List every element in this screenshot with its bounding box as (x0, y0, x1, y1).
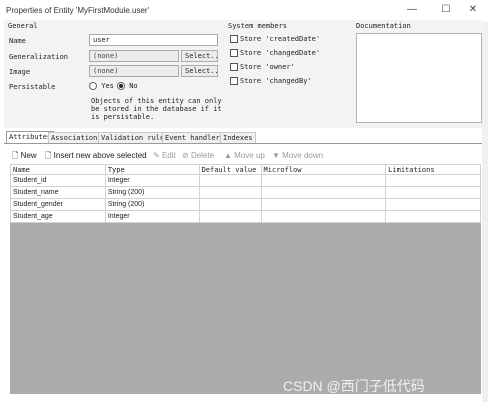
new-label: New (20, 151, 37, 160)
arrow-down-icon: ▼ (272, 151, 280, 160)
insert-document-icon: 🗋 (45, 151, 52, 160)
move-up-button[interactable]: ▲ Move up (224, 150, 265, 161)
tab-associations[interactable]: Associations (48, 132, 105, 143)
cell-default-value (198, 198, 262, 211)
tab-validation-rules[interactable]: Validation rules (98, 132, 172, 143)
tab-event-handlers[interactable]: Event handlers (162, 132, 228, 143)
edit-label: Edit (161, 151, 176, 160)
persistable-note-line-3: is persistable. (91, 113, 155, 121)
cell-type: Integer (104, 210, 200, 223)
store-changedby-label: Store 'changedBy' (240, 77, 312, 85)
store-changedby-checkbox[interactable] (230, 77, 238, 85)
store-owner-label: Store 'owner' (240, 63, 295, 71)
generalization-label: Generalization (9, 53, 69, 61)
vertical-scrollbar[interactable] (482, 22, 488, 402)
column-header-microflow[interactable]: Microflow (260, 164, 387, 175)
system-members-group-label: System members (228, 22, 288, 30)
cell-default-value (198, 210, 262, 223)
persistable-label: Persistable (9, 83, 56, 91)
insert-above-button[interactable]: 🗋 Insert new above selected (45, 150, 147, 161)
yes-label: Yes (101, 82, 114, 90)
pencil-icon: ✎ (153, 151, 160, 160)
generalization-field: (none) (89, 50, 179, 62)
table-row[interactable]: Student_name String (200) (10, 186, 481, 199)
name-label: Name (9, 37, 26, 45)
radio-no-icon (117, 82, 125, 90)
new-button[interactable]: 🗋 New (12, 150, 37, 161)
watermark: CSDN @西门子低代码 (283, 378, 425, 394)
column-header-default-value[interactable]: Default value (198, 164, 262, 175)
move-down-button[interactable]: ▼ Move down (272, 150, 323, 161)
table-row[interactable]: Student_age Integer (10, 210, 481, 223)
delete-label: Delete (190, 151, 215, 160)
cell-type: String (200) (104, 198, 200, 211)
table-row[interactable]: Student_id Integer (10, 174, 481, 187)
name-input[interactable]: user (89, 34, 218, 46)
image-select-button[interactable]: Select.. (181, 65, 219, 77)
cell-microflow (260, 210, 387, 223)
cell-microflow (260, 186, 387, 199)
cell-type: String (200) (104, 186, 200, 199)
no-label: No (129, 82, 138, 90)
cell-limitations (385, 210, 481, 223)
window-title: Properties of Entity 'MyFirstModule.user… (6, 6, 150, 15)
column-header-name[interactable]: Name (10, 164, 106, 175)
persistable-no-radio[interactable]: No (117, 82, 138, 90)
tab-indexes[interactable]: Indexes (220, 132, 256, 143)
cell-limitations (385, 198, 481, 211)
column-header-type[interactable]: Type (104, 164, 200, 175)
cell-limitations (385, 186, 481, 199)
generalization-select-button[interactable]: Select.. (181, 50, 219, 62)
documentation-textarea[interactable] (356, 33, 482, 123)
persistable-yes-radio[interactable]: Yes (89, 82, 114, 90)
store-changeddate-checkbox[interactable] (230, 49, 238, 57)
move-up-label: Move up (234, 151, 265, 160)
arrow-up-icon: ▲ (224, 151, 232, 160)
store-createddate-label: Store 'createdDate' (240, 35, 321, 43)
cell-microflow (260, 198, 387, 211)
delete-button[interactable]: ⊘ Delete (182, 150, 214, 161)
minimize-icon[interactable]: — (404, 4, 420, 15)
insert-label: Insert new above selected (53, 151, 147, 160)
delete-icon: ⊘ (182, 151, 189, 160)
column-header-limitations[interactable]: Limitations (385, 164, 481, 175)
cell-name: Student_name (10, 186, 106, 199)
close-icon[interactable]: ✕ (465, 4, 481, 15)
cell-default-value (198, 186, 262, 199)
cell-default-value (198, 174, 262, 187)
table-row[interactable]: Student_gender String (200) (10, 198, 481, 211)
store-owner-checkbox[interactable] (230, 63, 238, 71)
attributes-table[interactable]: Name Type Default value Microflow Limita… (10, 164, 481, 223)
new-document-icon: 🗋 (12, 151, 19, 160)
tab-attributes[interactable]: Attributes (6, 131, 55, 143)
edit-button[interactable]: ✎ Edit (153, 150, 176, 161)
cell-type: Integer (104, 174, 200, 187)
image-label: Image (9, 68, 31, 76)
documentation-group-label: Documentation (356, 22, 411, 30)
cell-name: Student_gender (10, 198, 106, 211)
cell-name: Student_age (10, 210, 106, 223)
move-down-label: Move down (282, 151, 324, 160)
general-group-label: General (8, 22, 38, 30)
cell-name: Student_id (10, 174, 106, 187)
persistable-note-line-2: be stored in the database if it (91, 105, 222, 113)
store-createddate-checkbox[interactable] (230, 35, 238, 43)
tab-divider (4, 143, 482, 144)
maximize-icon[interactable]: ☐ (438, 4, 454, 15)
persistable-note-line-1: Objects of this entity can only (91, 97, 222, 105)
cell-microflow (260, 174, 387, 187)
store-changeddate-label: Store 'changedDate' (240, 49, 321, 57)
radio-yes-icon (89, 82, 97, 90)
table-header-row: Name Type Default value Microflow Limita… (10, 164, 481, 175)
image-field: (none) (89, 65, 179, 77)
cell-limitations (385, 174, 481, 187)
